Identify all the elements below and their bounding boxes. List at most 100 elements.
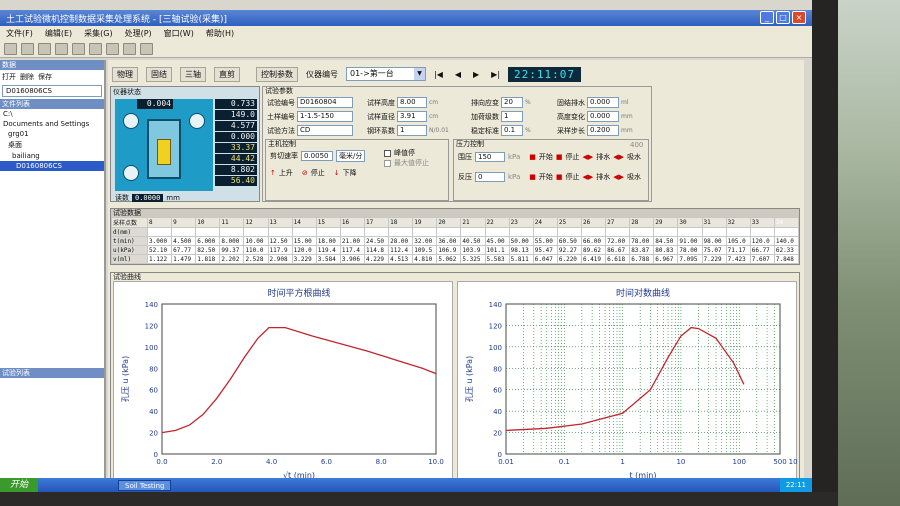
table-cell[interactable]: 120.0: [291, 245, 317, 255]
table-column-header[interactable]: 10: [195, 217, 221, 228]
stop-icon[interactable]: ⊘: [302, 169, 308, 177]
menu-window[interactable]: 窗口(W): [164, 28, 194, 38]
tab-direct-shear[interactable]: 直剪: [214, 66, 240, 82]
param-input[interactable]: 1: [397, 125, 427, 136]
table-cell[interactable]: 60.50: [556, 236, 582, 246]
table-cell[interactable]: 7.607: [749, 254, 775, 264]
table-cell[interactable]: 24.50: [363, 236, 390, 246]
test-method-select[interactable]: CD: [297, 125, 353, 136]
table-column-header[interactable]: 21: [460, 217, 486, 228]
tree-item[interactable]: bailiang: [0, 151, 104, 161]
table-cell[interactable]: [508, 227, 534, 237]
table-column-header[interactable]: 23: [508, 217, 534, 228]
menu-acquire[interactable]: 采集(G): [84, 28, 112, 38]
table-column-header[interactable]: 9: [171, 217, 197, 228]
table-cell[interactable]: [677, 227, 703, 237]
table-cell[interactable]: 1.818: [195, 254, 221, 264]
arrow-left-right-icon[interactable]: ◀▶: [613, 153, 624, 161]
arrow-left-right-icon[interactable]: ◀▶: [583, 173, 594, 181]
up-button[interactable]: 上升: [279, 168, 293, 178]
param-input[interactable]: 1: [501, 111, 523, 122]
table-column-header[interactable]: 12: [243, 217, 269, 228]
layout-icon[interactable]: [72, 43, 85, 55]
menu-process[interactable]: 处理(P): [125, 28, 152, 38]
table-cell[interactable]: 82.50: [195, 245, 221, 255]
table-cell[interactable]: 3.000: [146, 236, 173, 246]
table-cell[interactable]: 50.00: [508, 236, 534, 246]
table-cell[interactable]: 40.50: [460, 236, 486, 246]
table-column-header[interactable]: 14: [291, 217, 317, 228]
grid-icon[interactable]: [106, 43, 119, 55]
tree-item-selected[interactable]: D0160806CS: [0, 161, 104, 171]
table-cell[interactable]: 5.325: [460, 254, 486, 264]
table-cell[interactable]: [291, 227, 317, 237]
maximize-button[interactable]: □: [776, 11, 790, 24]
param-input[interactable]: D0160804: [297, 97, 353, 108]
table-cell[interactable]: 2.202: [219, 254, 245, 264]
table-cell[interactable]: [219, 227, 245, 237]
tree-item[interactable]: grg01: [0, 129, 104, 139]
shear-rate-unit-select[interactable]: 毫米/分: [336, 150, 366, 162]
table-cell[interactable]: [629, 227, 655, 237]
param-input[interactable]: 8.00: [397, 97, 427, 108]
param-input[interactable]: 1-1.5-150: [297, 111, 353, 122]
shear-rate-input[interactable]: 0.0050: [301, 151, 333, 161]
table-column-header[interactable]: 8: [146, 217, 173, 228]
table-column-header[interactable]: 31: [701, 217, 727, 228]
play-icon[interactable]: ■: [529, 173, 536, 181]
table-cell[interactable]: 4.500: [171, 236, 197, 246]
table-column-header[interactable]: 26: [580, 217, 607, 228]
table-cell[interactable]: 36.00: [436, 236, 462, 246]
sample-id[interactable]: D0160806CS: [2, 85, 102, 97]
table-cell[interactable]: 6.967: [653, 254, 679, 264]
param-input[interactable]: 0.200: [587, 125, 619, 136]
table-cell[interactable]: 140.0: [773, 236, 800, 246]
table-cell[interactable]: 95.47: [532, 245, 558, 255]
confining-input[interactable]: 150: [475, 152, 505, 162]
table-cell[interactable]: 86.67: [605, 245, 631, 255]
table-column-header[interactable]: 24: [532, 217, 558, 228]
instrument-select[interactable]: 01->第一台 ▼: [346, 67, 426, 81]
arrow-down-icon[interactable]: ↓: [334, 169, 340, 177]
table-column-header[interactable]: 33: [749, 217, 775, 228]
param-input[interactable]: 0.000: [587, 111, 619, 122]
table-column-header[interactable]: 30: [677, 217, 703, 228]
back-pressure-input[interactable]: 0: [475, 172, 505, 182]
table-cell[interactable]: 15.00: [291, 236, 317, 246]
table-cell[interactable]: [532, 227, 558, 237]
down-button[interactable]: 下降: [343, 168, 357, 178]
table-cell[interactable]: [725, 227, 751, 237]
tab-triaxial[interactable]: 三轴: [180, 66, 206, 82]
table-cell[interactable]: [436, 227, 462, 237]
checkbox-icon[interactable]: [384, 149, 391, 157]
table-cell[interactable]: 45.00: [484, 236, 510, 246]
table-cell[interactable]: 105.0: [725, 236, 751, 246]
table-column-header[interactable]: 15: [315, 217, 341, 228]
table-cell[interactable]: 99.37: [219, 245, 245, 255]
table-cell[interactable]: 4.513: [388, 254, 414, 264]
table-column-header[interactable]: 18: [388, 217, 414, 228]
table-cell[interactable]: [171, 227, 197, 237]
tile-icon[interactable]: [89, 43, 102, 55]
table-cell[interactable]: 2.908: [267, 254, 293, 264]
table-cell[interactable]: [773, 227, 800, 237]
table-cell[interactable]: 84.50: [653, 236, 679, 246]
table-cell[interactable]: [388, 227, 414, 237]
table-cell[interactable]: 3.584: [315, 254, 341, 264]
table-cell[interactable]: 10.00: [243, 236, 269, 246]
table-cell[interactable]: 6.419: [580, 254, 607, 264]
table-cell[interactable]: 55.00: [532, 236, 558, 246]
table-cell[interactable]: [243, 227, 269, 237]
table-cell[interactable]: 110.0: [243, 245, 269, 255]
table-cell[interactable]: 28.00: [388, 236, 414, 246]
table-cell[interactable]: 98.13: [508, 245, 534, 255]
arrow-up-icon[interactable]: ↑: [270, 169, 276, 177]
table-cell[interactable]: 109.5: [412, 245, 438, 255]
table-cell[interactable]: 6.220: [556, 254, 582, 264]
table-cell[interactable]: 98.00: [701, 236, 727, 246]
table-cell[interactable]: [412, 227, 438, 237]
printer-icon[interactable]: [123, 43, 136, 55]
minimize-button[interactable]: _: [760, 11, 774, 24]
table-cell[interactable]: 71.17: [725, 245, 751, 255]
table-cell[interactable]: 5.811: [508, 254, 534, 264]
